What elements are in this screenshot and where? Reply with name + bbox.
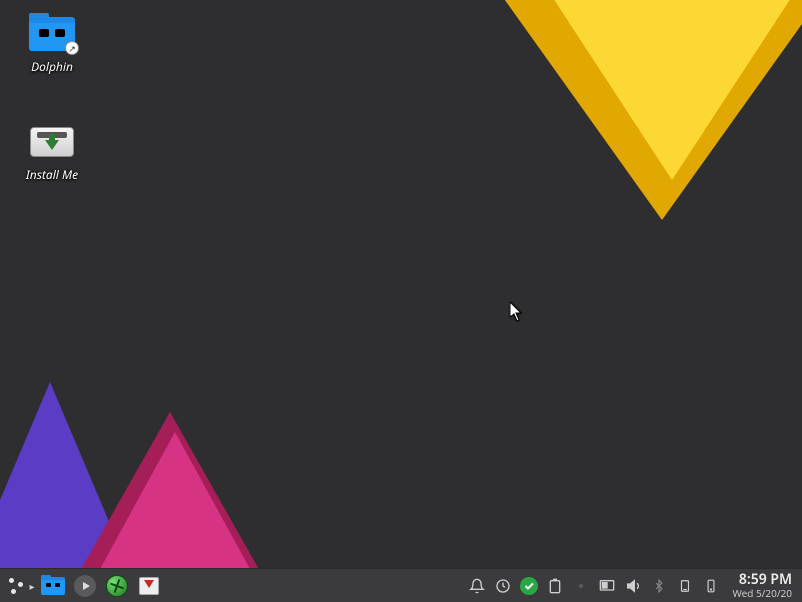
play-circle-icon [74, 575, 96, 597]
battery-icon[interactable] [546, 577, 564, 595]
desktop-icon-label: Install Me [12, 166, 92, 183]
media-player-launcher[interactable] [70, 571, 100, 601]
taskbar-panel: ▸ [0, 568, 802, 602]
volume-icon[interactable] [624, 577, 642, 595]
installer-icon [139, 577, 159, 595]
system-tray [468, 577, 726, 595]
install-me-shortcut[interactable]: Install Me [12, 122, 92, 183]
check-circle-icon [520, 577, 538, 595]
installer-launcher[interactable] [134, 571, 164, 601]
clock-widget[interactable]: 8:59 PM Wed 5/20/20 [726, 573, 798, 598]
network-launcher[interactable] [102, 571, 132, 601]
mouse-cursor [510, 302, 524, 322]
app-menu-icon [6, 575, 28, 597]
updates-icon[interactable] [520, 577, 538, 595]
green-globe-icon [106, 575, 128, 597]
display-icon[interactable] [598, 577, 616, 595]
chevron-right-icon: ▸ [28, 575, 36, 597]
desktop-icon-label: Dolphin [12, 58, 92, 75]
wallpaper-shape [502, 0, 802, 180]
task-launchers [38, 571, 164, 601]
folder-icon [41, 577, 65, 595]
network-tray-icon[interactable] [702, 577, 720, 595]
desktop[interactable]: ↗ Dolphin Install Me ▸ [0, 0, 802, 602]
klipper-icon[interactable] [494, 577, 512, 595]
bluetooth-icon[interactable] [650, 577, 668, 595]
device-icon[interactable] [676, 577, 694, 595]
dolphin-launcher[interactable] [38, 571, 68, 601]
application-launcher[interactable]: ▸ [4, 572, 38, 600]
notifications-icon[interactable] [468, 577, 486, 595]
clock-date: Wed 5/20/20 [732, 588, 792, 599]
dolphin-shortcut[interactable]: ↗ Dolphin [12, 14, 92, 75]
drive-install-icon [28, 122, 76, 162]
folder-icon: ↗ [28, 14, 76, 54]
keyboard-layout-icon[interactable] [572, 577, 590, 595]
